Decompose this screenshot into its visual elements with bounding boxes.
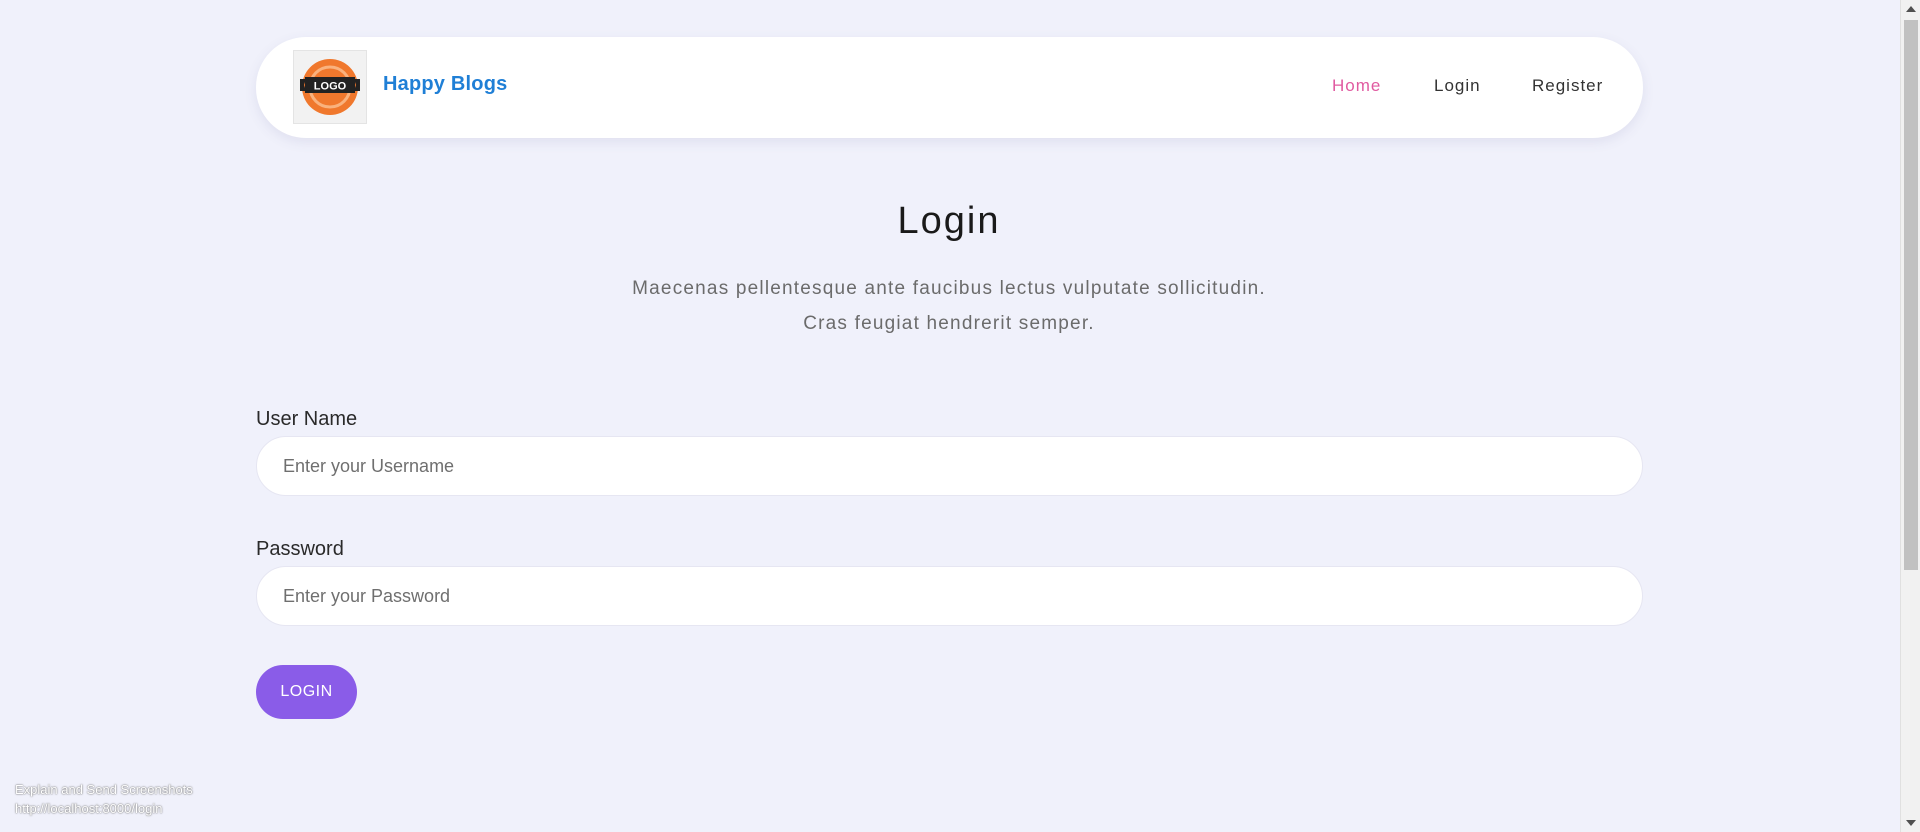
logo-icon: LOGO [300,59,360,115]
overlay-caption: Explain and Send Screenshots [15,782,193,797]
username-label: User Name [256,408,358,430]
login-button[interactable]: LOGIN [256,665,357,719]
scrollbar-thumb[interactable] [1904,20,1918,570]
scroll-down-icon[interactable] [1906,820,1916,826]
password-label: Password [256,538,344,560]
page-subtitle-line1: Maecenas pellentesque ante faucibus lect… [632,278,1266,299]
vertical-scrollbar[interactable] [1900,0,1920,832]
login-page: LOGO Happy Blogs Home Login Register Log… [0,0,1920,832]
nav-register[interactable]: Register [1532,76,1603,96]
password-input[interactable] [256,566,1643,626]
scroll-up-icon[interactable] [1906,6,1916,12]
navbar: LOGO Happy Blogs Home Login Register [256,37,1643,138]
logo[interactable]: LOGO [293,50,367,124]
overlay-url: http://localhost:8000/login [15,801,163,816]
logo-text: LOGO [314,81,347,93]
username-input[interactable] [256,436,1643,496]
brand-name[interactable]: Happy Blogs [383,73,507,96]
page-title: Login [897,200,1001,242]
nav-home[interactable]: Home [1332,76,1381,96]
nav-login[interactable]: Login [1434,76,1481,96]
page-subtitle-line2: Cras feugiat hendrerit semper. [803,313,1095,334]
